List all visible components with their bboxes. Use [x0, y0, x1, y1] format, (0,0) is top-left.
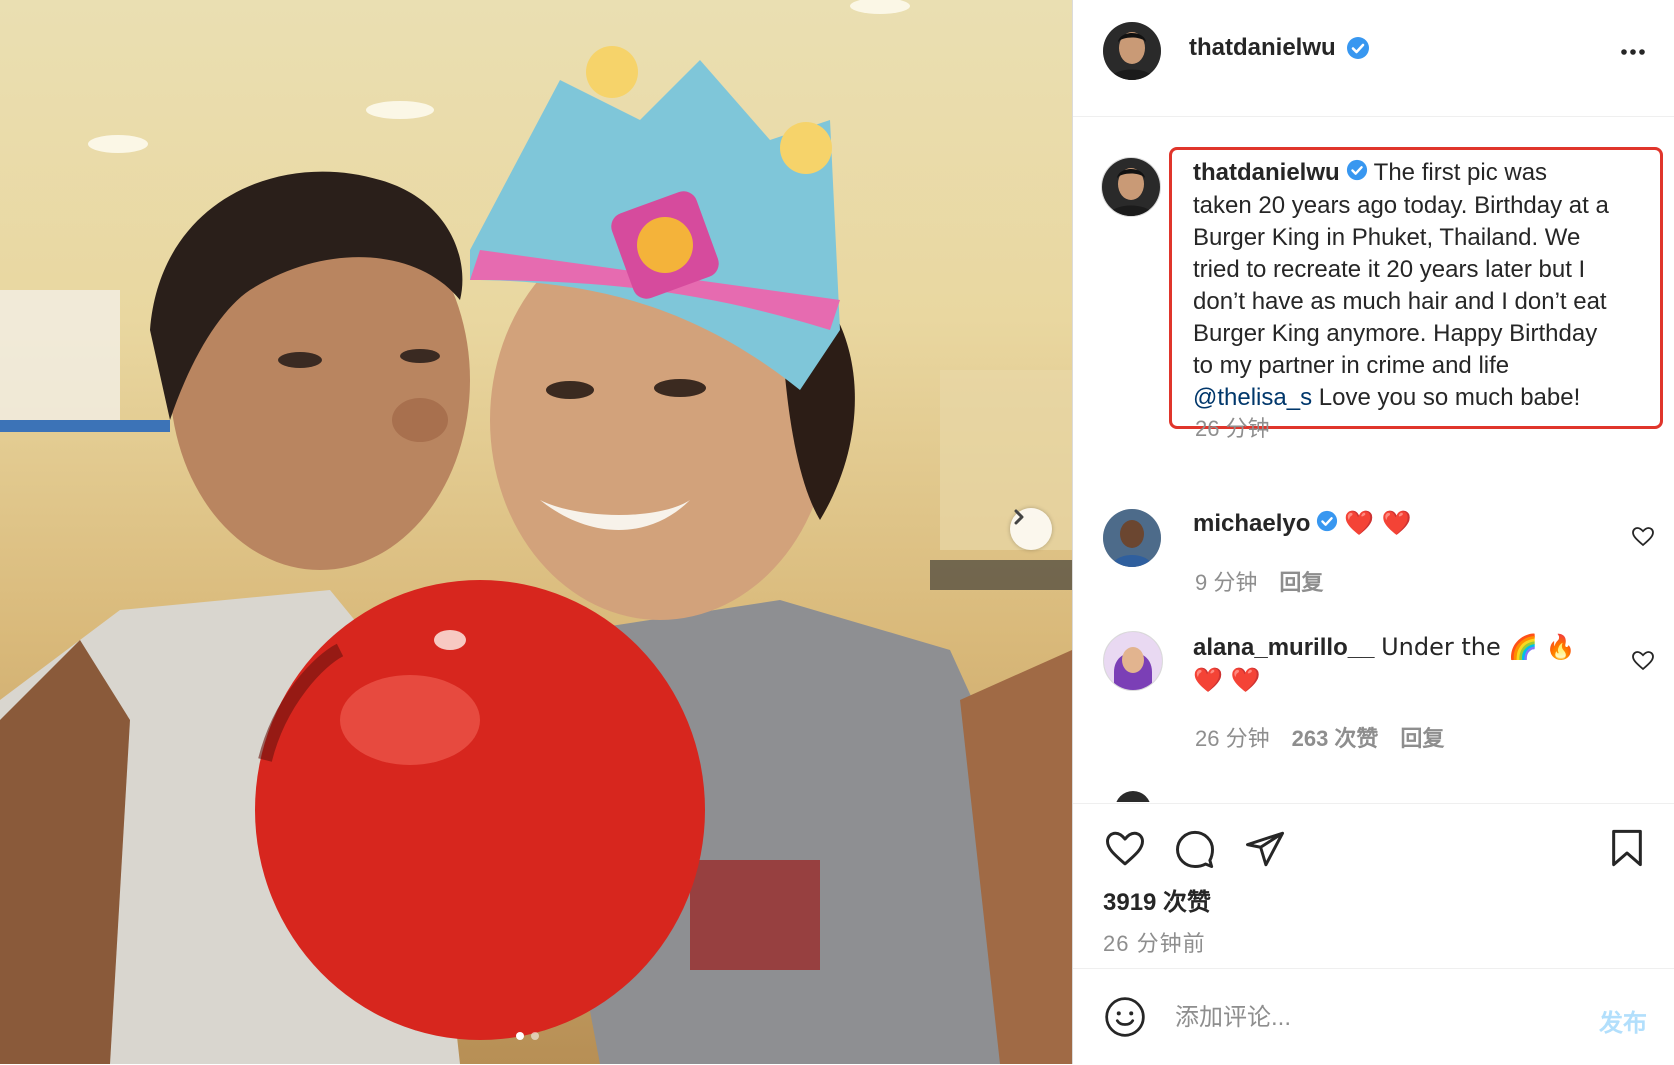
- caption-line: tried to recreate it 20 years later but …: [1193, 255, 1586, 283]
- likes-count[interactable]: 3919 次赞: [1103, 882, 1211, 917]
- comment-text: Under the 🌈 🔥: [1381, 633, 1576, 661]
- caption-line: to my partner in crime and life: [1193, 351, 1510, 379]
- reply-button[interactable]: 回复: [1400, 726, 1444, 751]
- commenter-avatar[interactable]: [1103, 509, 1161, 567]
- comment-bubble-icon: [1173, 830, 1217, 874]
- caption-line: don’t have as much hair and I don’t eat: [1193, 287, 1607, 315]
- commenter-username[interactable]: alana_murillo__: [1193, 634, 1374, 661]
- post-photo[interactable]: [0, 0, 1072, 1064]
- carousel-dot-active: [516, 1032, 524, 1040]
- reply-button[interactable]: 回复: [1279, 570, 1323, 595]
- comment-input[interactable]: [1173, 999, 1557, 1037]
- verified-badge-icon: [1346, 158, 1368, 190]
- save-button[interactable]: [1607, 826, 1647, 875]
- comments-list[interactable]: thatdanielwu The first pic was taken 20 y…: [1073, 117, 1674, 802]
- smiley-face-icon: [1103, 997, 1147, 1043]
- next-photo-button[interactable]: [1010, 508, 1052, 550]
- post-actions: 3919 次赞 26 分钟前: [1073, 803, 1674, 969]
- caption-author-avatar[interactable]: [1101, 157, 1161, 217]
- heart-outline-icon: [1103, 831, 1147, 874]
- caption-mention-link[interactable]: @thelisa_s: [1193, 384, 1312, 411]
- bookmark-icon: [1607, 829, 1647, 874]
- carousel-indicator: [516, 1032, 539, 1040]
- comment-meta: 26 分钟 263 次赞 回复: [1195, 721, 1444, 753]
- caption-author[interactable]: thatdanielwu: [1193, 159, 1340, 186]
- heart-outline-icon: [1631, 651, 1655, 677]
- caption-text: thatdanielwu The first pic was taken 20 y…: [1193, 157, 1663, 414]
- comment: michaelyo ❤️ ❤️: [1193, 507, 1412, 541]
- next-comment-avatar-peek: [1115, 791, 1151, 802]
- comment-button[interactable]: [1173, 828, 1217, 875]
- like-comment-button[interactable]: [1631, 525, 1655, 554]
- caption-line: The first pic was: [1373, 159, 1548, 186]
- commenter-avatar[interactable]: [1103, 631, 1163, 691]
- comment-text: ❤️ ❤️: [1344, 509, 1412, 537]
- post-header: thatdanielwu: [1073, 0, 1674, 117]
- author-avatar[interactable]: [1103, 22, 1161, 80]
- caption-line: Burger King in Phuket, Thailand. We: [1193, 223, 1581, 251]
- comment-time[interactable]: 26 分钟: [1195, 726, 1270, 751]
- emoji-button[interactable]: [1103, 995, 1147, 1044]
- more-options-button[interactable]: [1619, 38, 1647, 71]
- like-button[interactable]: [1103, 828, 1147, 875]
- photo-illustration: [0, 0, 1072, 1064]
- caption-line: taken 20 years ago today. Birthday at a: [1193, 191, 1609, 219]
- post-timestamp[interactable]: 26 分钟前: [1103, 926, 1206, 958]
- verified-badge-icon: [1316, 509, 1338, 541]
- commenter-username[interactable]: michaelyo: [1193, 510, 1310, 537]
- caption-line: Burger King anymore. Happy Birthday: [1193, 319, 1598, 347]
- like-comment-button[interactable]: [1631, 649, 1655, 678]
- caption-time[interactable]: 26 分钟: [1195, 411, 1270, 443]
- share-button[interactable]: [1243, 828, 1287, 875]
- comment-meta: 9 分钟 回复: [1195, 565, 1323, 597]
- post-side-panel: thatdanielwu thatdanielwu The first pic w…: [1072, 0, 1674, 1064]
- heart-outline-icon: [1631, 527, 1655, 553]
- comment: alana_murillo__ Under the 🌈 🔥 ❤️ ❤️: [1193, 631, 1633, 697]
- carousel-dot: [531, 1032, 539, 1040]
- author-username[interactable]: thatdanielwu: [1189, 34, 1336, 61]
- comment-likes[interactable]: 263 次赞: [1292, 726, 1379, 751]
- paper-plane-icon: [1243, 831, 1287, 874]
- verified-badge-icon: [1346, 36, 1370, 65]
- caption-tail: Love you so much babe!: [1312, 383, 1581, 411]
- add-comment-bar: 发布: [1073, 968, 1674, 1065]
- comment-text-line2: ❤️ ❤️: [1193, 666, 1261, 694]
- comment-time[interactable]: 9 分钟: [1195, 570, 1257, 595]
- post-comment-button[interactable]: 发布: [1599, 1003, 1647, 1038]
- more-options-icon: [1619, 49, 1647, 70]
